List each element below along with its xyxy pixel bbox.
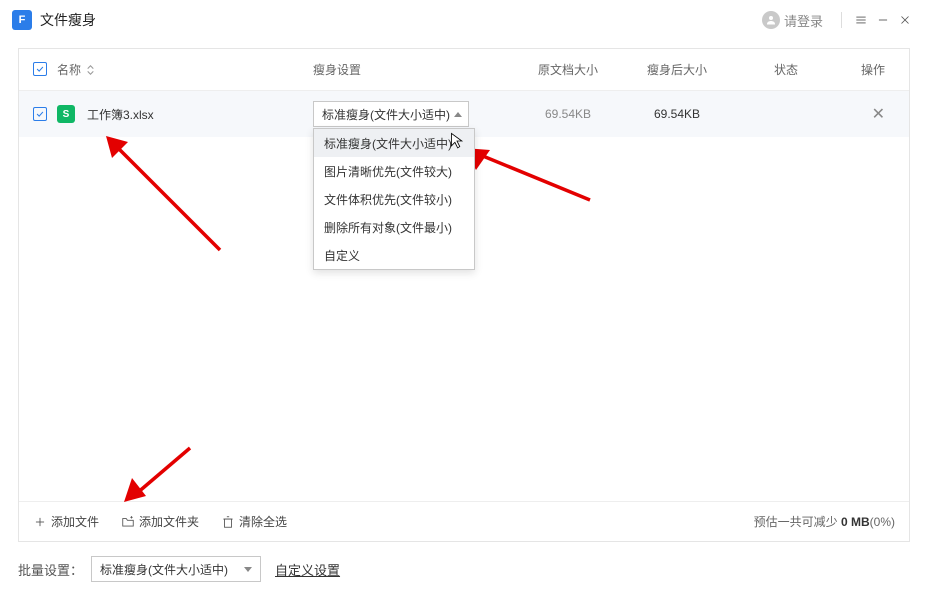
estimate-text: 预估一共可减少 0 MB(0%) xyxy=(754,513,895,530)
remove-row-button[interactable]: ✕ xyxy=(872,106,885,123)
col-after-size: 瘦身后大小 xyxy=(623,61,731,78)
col-action: 操作 xyxy=(841,61,895,78)
select-all-checkbox[interactable] xyxy=(33,62,47,76)
xlsx-file-icon: S xyxy=(57,105,75,123)
row-checkbox[interactable] xyxy=(33,107,47,121)
add-folder-label: 添加文件夹 xyxy=(139,513,199,530)
dropdown-option[interactable]: 删除所有对象(文件最小) xyxy=(314,213,474,241)
table-row: S 工作簿3.xlsx 标准瘦身(文件大小适中) 标准瘦身(文件大小适中) 图片… xyxy=(19,91,909,137)
app-title: 文件瘦身 xyxy=(40,10,96,30)
clear-all-label: 清除全选 xyxy=(239,513,287,530)
batch-select[interactable]: 标准瘦身(文件大小适中) xyxy=(91,556,261,582)
batch-label: 批量设置： xyxy=(18,560,83,579)
dropdown-option[interactable]: 图片清晰优先(文件较大) xyxy=(314,157,474,185)
panel-footer: 添加文件 添加文件夹 清除全选 预估一共可减少 0 MB(0%) xyxy=(19,501,909,541)
add-file-label: 添加文件 xyxy=(51,513,99,530)
batch-row: 批量设置： 标准瘦身(文件大小适中) 自定义设置 xyxy=(0,548,928,590)
col-setting: 瘦身设置 xyxy=(313,61,513,78)
orig-size-value: 69.54KB xyxy=(513,107,623,121)
table-body: S 工作簿3.xlsx 标准瘦身(文件大小适中) 标准瘦身(文件大小适中) 图片… xyxy=(19,91,909,501)
add-folder-button[interactable]: 添加文件夹 xyxy=(121,513,199,530)
batch-select-value: 标准瘦身(文件大小适中) xyxy=(100,561,228,578)
close-button[interactable] xyxy=(894,9,916,31)
login-button[interactable]: 请登录 xyxy=(762,11,823,30)
clear-all-button[interactable]: 清除全选 xyxy=(221,513,287,530)
slim-mode-select[interactable]: 标准瘦身(文件大小适中) 标准瘦身(文件大小适中) 图片清晰优先(文件较大) 文… xyxy=(313,101,469,127)
col-status: 状态 xyxy=(731,61,841,78)
slim-mode-dropdown: 标准瘦身(文件大小适中) 图片清晰优先(文件较大) 文件体积优先(文件较小) 删… xyxy=(313,128,475,270)
sort-icon[interactable] xyxy=(87,65,94,75)
menu-button[interactable] xyxy=(850,9,872,31)
minimize-button[interactable] xyxy=(872,9,894,31)
table-header: 名称 瘦身设置 原文档大小 瘦身后大小 状态 操作 xyxy=(19,49,909,91)
after-size-value: 69.54KB xyxy=(623,107,731,121)
dropdown-option[interactable]: 文件体积优先(文件较小) xyxy=(314,185,474,213)
app-logo-icon: F xyxy=(12,10,32,30)
custom-settings-link[interactable]: 自定义设置 xyxy=(275,560,340,579)
login-label: 请登录 xyxy=(784,11,823,30)
dropdown-option[interactable]: 标准瘦身(文件大小适中) xyxy=(314,129,474,157)
title-bar: F 文件瘦身 请登录 xyxy=(0,0,928,40)
select-value: 标准瘦身(文件大小适中) xyxy=(322,106,450,123)
chevron-down-icon xyxy=(244,567,252,572)
dropdown-option[interactable]: 自定义 xyxy=(314,241,474,269)
chevron-up-icon xyxy=(454,112,462,117)
separator xyxy=(841,12,842,28)
col-orig-size: 原文档大小 xyxy=(513,61,623,78)
main-panel: 名称 瘦身设置 原文档大小 瘦身后大小 状态 操作 S 工作簿3.xlsx 标准… xyxy=(18,48,910,542)
col-name[interactable]: 名称 xyxy=(57,61,81,78)
file-name: 工作簿3.xlsx xyxy=(87,106,154,123)
avatar-icon xyxy=(762,11,780,29)
add-file-button[interactable]: 添加文件 xyxy=(33,513,99,530)
